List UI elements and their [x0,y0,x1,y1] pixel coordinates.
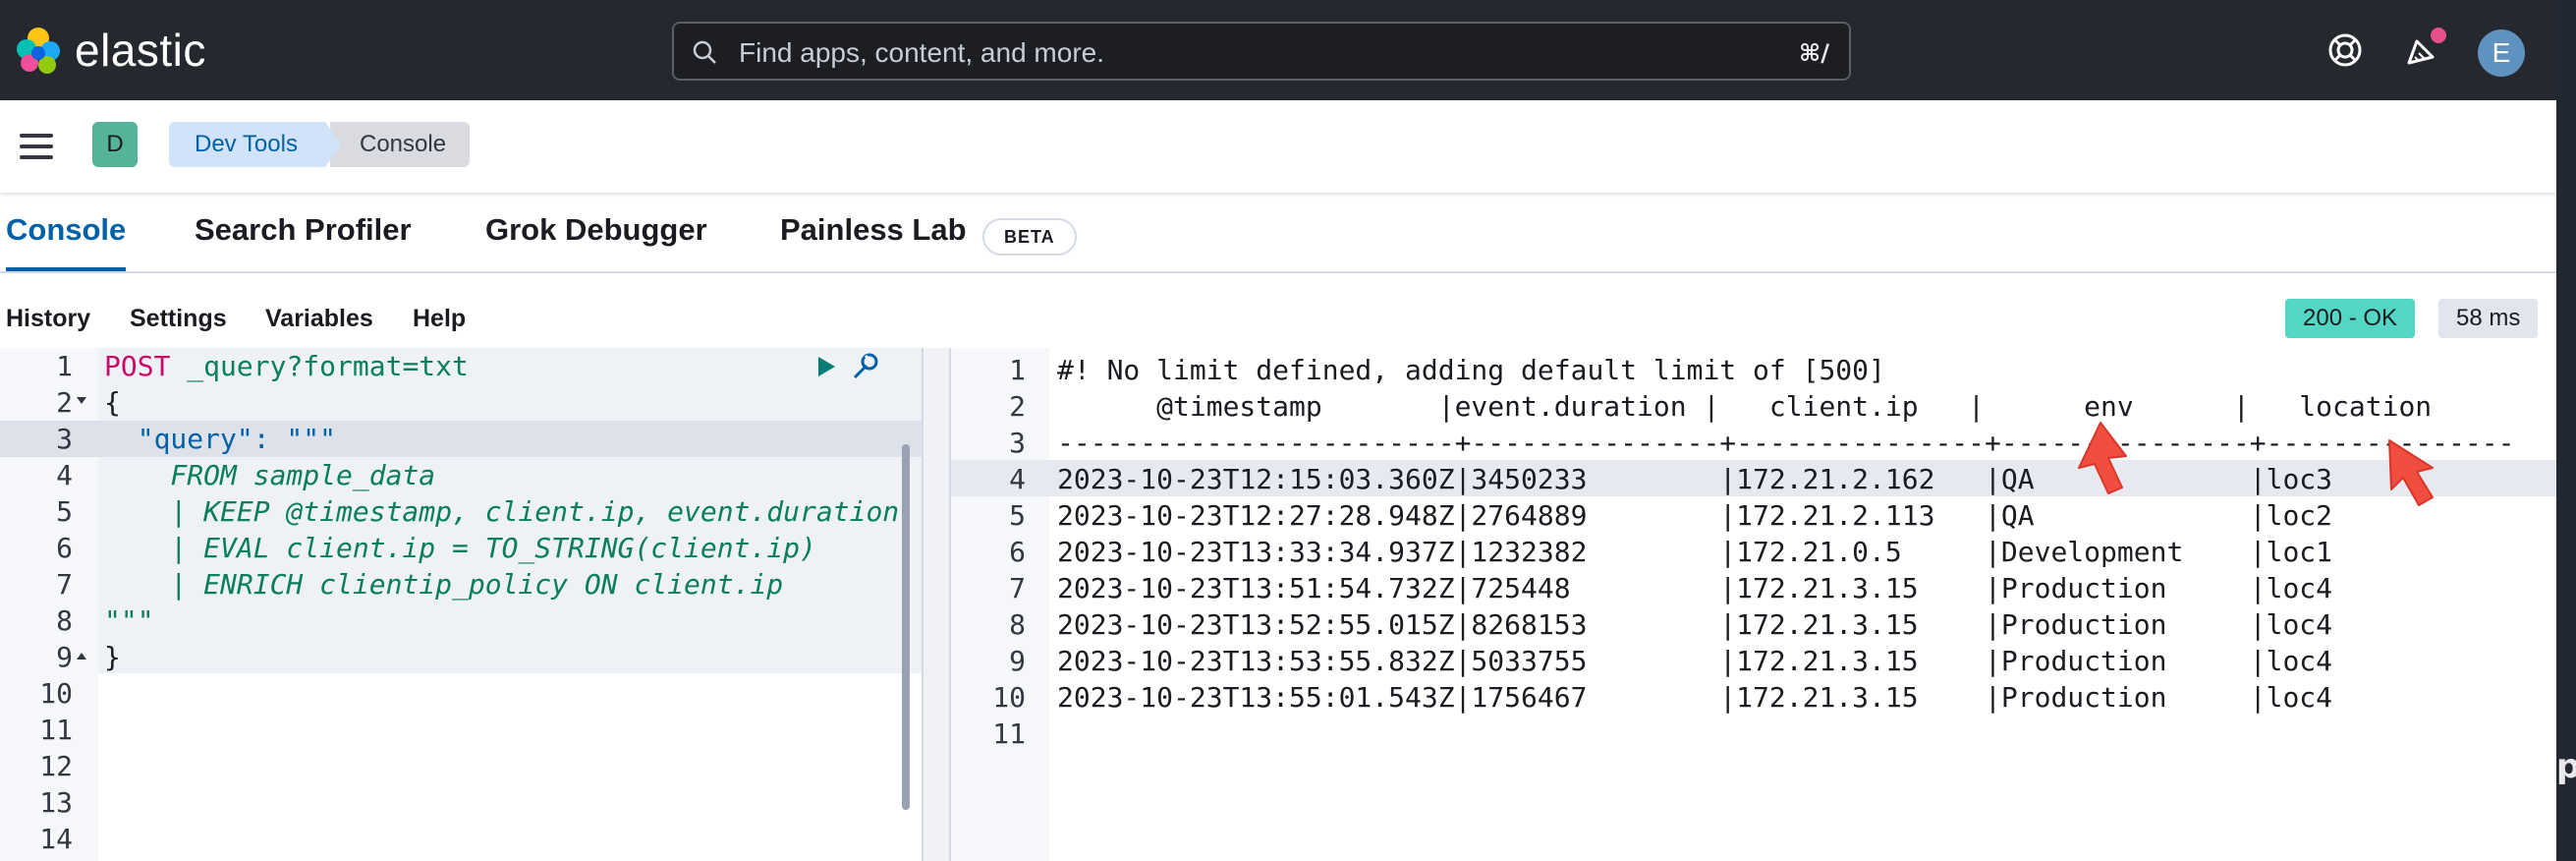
line-number: 6 [56,532,73,564]
line-number: 7 [56,568,73,601]
code-line: } [104,641,121,673]
line-number: 9 [56,641,73,673]
line-number: 9 [1009,645,1026,677]
brand-name[interactable]: elastic [75,24,206,77]
request-time-badge: 58 ms [2438,299,2539,338]
code-line: FROM sample_data [104,459,436,491]
response-line: @timestamp |event.duration | client.ip |… [1057,390,2498,423]
wrench-icon[interactable] [849,352,880,381]
line-number: 2 [1009,390,1026,423]
variables-link[interactable]: Variables [265,305,373,333]
line-number: 3 [56,423,73,455]
console-toolbar: History Settings Variables Help 200 - OK… [0,285,2556,346]
breadcrumb-dev-tools[interactable]: Dev Tools [169,122,341,167]
space-avatar[interactable]: D [92,122,138,167]
response-line: 2023-10-23T13:53:55.832Z|5033755 |172.21… [1057,645,2515,677]
response-line: #! No limit defined, adding default limi… [1057,354,1885,386]
line-number: 2 [56,386,73,419]
notification-dot [2431,28,2446,43]
annotation-arrow-icon [2078,422,2127,494]
breadcrumb-bar: D Console Dev Tools [0,100,2556,193]
request-method: POST [104,350,171,382]
history-link[interactable]: History [6,305,90,333]
response-line: 2023-10-23T13:52:55.015Z|8268153 |172.21… [1057,608,2515,641]
elastic-logo-icon[interactable] [14,26,63,75]
tab-painless-lab[interactable]: Painless Lab [780,212,967,267]
line-number: 8 [56,604,73,637]
user-avatar[interactable]: E [2478,29,2525,77]
fold-close-icon[interactable] [77,653,86,660]
settings-link[interactable]: Settings [130,305,227,333]
menu-icon[interactable] [20,134,53,159]
pane-resizer[interactable] [922,348,951,861]
code-line: "query": """ [104,423,337,455]
line-number: 12 [39,750,73,782]
response-line: 2023-10-23T12:15:03.360Z|3450233 |172.21… [1057,463,2515,495]
tab-grok-debugger[interactable]: Grok Debugger [485,212,707,267]
global-search[interactable]: Find apps, content, and more. ⌘/ [672,22,1851,81]
tab-bar: Console Search Profiler Grok Debugger Pa… [0,193,2556,273]
line-number: 10 [992,681,1026,714]
line-number: 13 [39,786,73,819]
response-viewer: 1 2 3 4 5 6 7 8 9 10 11 #! No limit defi… [951,348,2556,861]
response-line: ------------------------+---------------… [1057,427,2515,459]
line-number: 5 [56,495,73,528]
play-icon[interactable] [813,354,839,379]
beta-badge: BETA [982,218,1077,256]
request-path: _query?format=txt [187,350,469,382]
search-shortcut: ⌘/ [1798,39,1829,67]
line-number: 4 [56,459,73,491]
code-line: | EVAL client.ip = TO_STRING(client.ip) [104,532,816,564]
side-strip: p [2556,0,2576,861]
code-line: | ENRICH clientip_policy ON client.ip [104,568,784,601]
tab-search-profiler[interactable]: Search Profiler [195,212,412,267]
top-header: elastic Find apps, content, and more. ⌘/… [0,0,2556,100]
code-line: { [104,386,121,419]
line-number: 14 [39,823,73,855]
code-line: | KEEP @timestamp, client.ip, event.dura… [104,495,900,528]
request-scrollbar[interactable] [902,444,910,810]
response-line: 2023-10-23T13:55:01.543Z|1756467 |172.21… [1057,681,2515,714]
response-line: 2023-10-23T13:33:34.937Z|1232382 |172.21… [1057,536,2515,568]
annotation-arrow-icon [2388,439,2434,506]
line-number: 5 [1009,499,1026,532]
breadcrumb-console: Console [330,122,471,167]
response-line: 2023-10-23T13:51:54.732Z|725448 |172.21.… [1057,572,2515,604]
tab-console[interactable]: Console [6,212,127,271]
line-number: 8 [1009,608,1026,641]
fold-open-icon[interactable] [77,397,86,404]
request-editor[interactable]: 1 2 3 4 5 6 7 8 9 10 11 12 13 14 POST _q… [0,348,922,861]
line-number: 4 [1009,463,1026,495]
line-number: 6 [1009,536,1026,568]
help-icon[interactable] [2326,31,2364,69]
line-number: 3 [1009,427,1026,459]
line-number: 10 [39,677,73,710]
search-input[interactable]: Find apps, content, and more. [739,37,1104,69]
line-number: 1 [56,350,73,382]
help-link[interactable]: Help [413,305,466,333]
side-glyph: p [2556,747,2576,786]
line-number: 11 [39,714,73,746]
line-number: 1 [1009,354,1026,386]
code-line: """ [104,604,154,637]
line-number: 7 [1009,572,1026,604]
line-number: 11 [992,718,1026,750]
status-badge: 200 - OK [2285,299,2416,338]
response-line: 2023-10-23T12:27:28.948Z|2764889 |172.21… [1057,499,2515,532]
search-icon [693,40,716,64]
